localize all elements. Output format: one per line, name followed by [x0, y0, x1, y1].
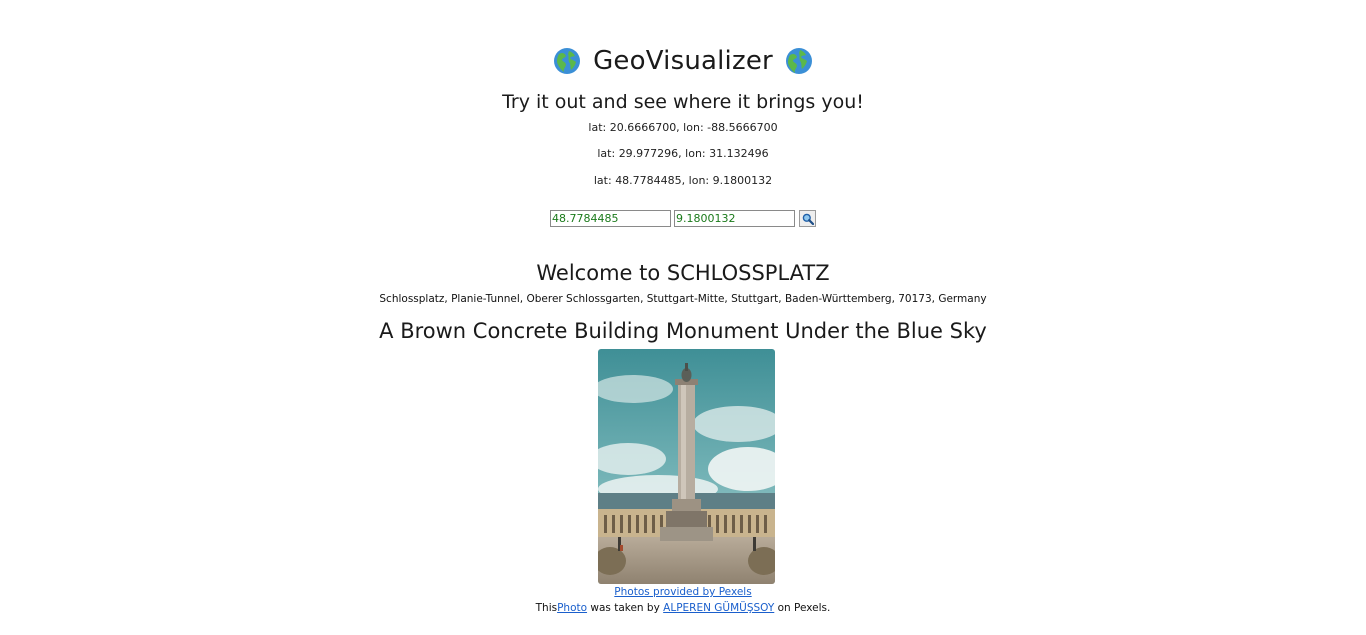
location-photo	[598, 349, 775, 584]
attribution-this: This	[535, 602, 558, 614]
photo-link[interactable]: Photo	[557, 602, 587, 614]
latitude-input[interactable]	[550, 210, 671, 227]
pexels-credit: Photos provided by Pexels	[0, 586, 1366, 598]
sample-coordinate: lat: 20.6666700, lon: -88.5666700	[588, 121, 778, 134]
attribution-taken-by: was taken by	[587, 602, 664, 614]
search-button[interactable]	[799, 210, 816, 227]
pexels-link[interactable]: Photos provided by Pexels	[614, 586, 751, 598]
page: GeoVisualizer Try it out and see where i…	[0, 0, 1366, 635]
globe-americas-icon	[554, 48, 581, 74]
photo-attribution: ThisPhoto was taken by ALPEREN GÜMÜŞSOY …	[0, 602, 1366, 614]
globe-americas-icon	[785, 48, 812, 74]
sample-coordinate: lat: 29.977296, lon: 31.132496	[597, 147, 769, 160]
photographer-link[interactable]: ALPEREN GÜMÜŞSOY	[663, 602, 774, 614]
location-address: Schlossplatz, Planie-Tunnel, Oberer Schl…	[379, 293, 987, 305]
magnifier-icon	[802, 213, 814, 225]
sample-coordinate: lat: 48.7784485, lon: 9.1800132	[593, 174, 773, 187]
page-title: GeoVisualizer	[593, 46, 773, 76]
photo-title: A Brown Concrete Building Monument Under…	[379, 319, 987, 343]
subtitle: Try it out and see where it brings you!	[502, 91, 864, 113]
longitude-input[interactable]	[674, 210, 795, 227]
title-row: GeoVisualizer	[0, 42, 1366, 80]
monument-photo-image	[598, 349, 775, 584]
location-heading: Welcome to SCHLOSSPLATZ	[536, 261, 830, 285]
search-form	[0, 210, 1366, 227]
attribution-on-pexels: on Pexels.	[774, 602, 831, 614]
